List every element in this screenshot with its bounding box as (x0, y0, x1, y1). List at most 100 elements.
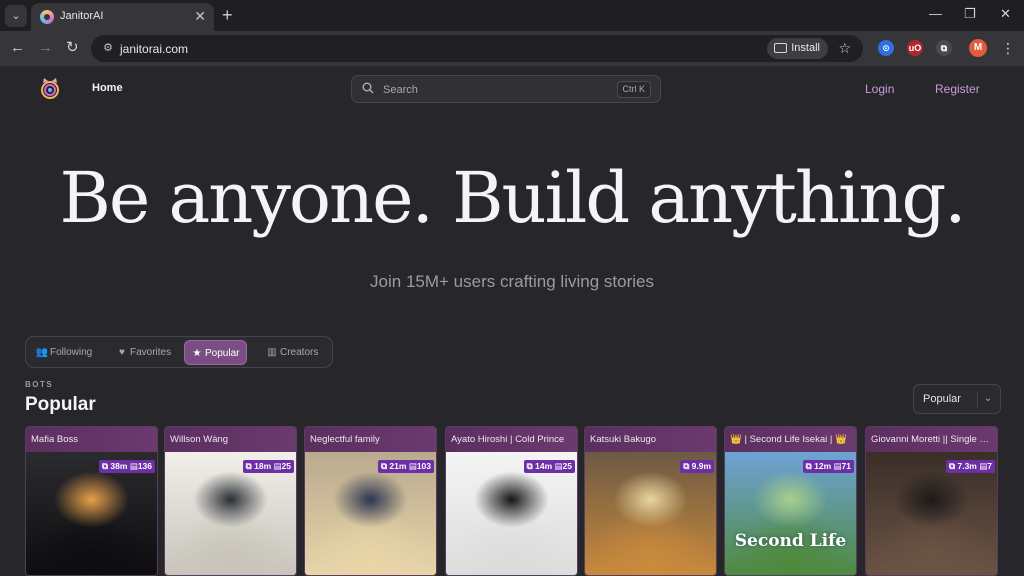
messages-icon: ▤ (271, 461, 282, 471)
tab-favorites[interactable]: ♥ Favorites (114, 340, 178, 365)
sort-dropdown[interactable]: Popular ⌄ (913, 384, 1001, 414)
install-app-button[interactable]: Install (767, 38, 828, 59)
search-input[interactable] (383, 81, 603, 98)
chats-count: 21m (389, 461, 407, 471)
new-tab-button[interactable]: + (222, 4, 233, 26)
forward-arrow-icon[interactable]: → (38, 39, 53, 57)
messages-count: 136 (137, 461, 152, 471)
extensions-puzzle-icon[interactable]: ⧉ (936, 40, 952, 56)
bot-name: Mafia Boss (31, 434, 78, 445)
heart-icon: ♥ (119, 347, 125, 358)
tab-label: Creators (280, 347, 319, 358)
messages-icon: ▤ (406, 461, 417, 471)
bot-card[interactable]: Ayato Hiroshi | Cold Prince ⧉ 14m ▤25 (445, 426, 578, 576)
register-link[interactable]: Register (935, 82, 980, 96)
bot-card[interactable]: Mafia Boss ⧉ 38m ▤136 (25, 426, 158, 576)
hero-subtitle: Join 15M+ users crafting living stories (370, 272, 654, 291)
bot-stats-badge: ⧉ 12m ▤71 (802, 460, 854, 473)
chats-icon: ⧉ (245, 461, 255, 471)
ublock-extension-icon[interactable]: uO (907, 40, 923, 56)
tab-following[interactable]: 👥 Following (34, 340, 99, 365)
chats-count: 38m (110, 461, 128, 471)
bot-name: Neglectful family (310, 434, 380, 445)
chevron-down-icon: ⌄ (984, 393, 993, 404)
search-icon (362, 82, 374, 94)
users-icon: 👥 (35, 347, 49, 358)
password-manager-extension-icon[interactable]: ⊙ (878, 40, 894, 56)
chats-count: 14m (535, 461, 553, 471)
chats-count: 7.3m (957, 461, 977, 471)
bot-card-header: Mafia Boss (26, 427, 157, 452)
chats-count: 9.9m (691, 461, 711, 471)
search-shortcut-hint: Ctrl K (616, 81, 651, 98)
close-window-button[interactable]: ✕ (1000, 6, 1011, 22)
bot-name: Katsuki Bakugo (590, 434, 657, 445)
bot-stats-badge: ⧉ 9.9m (680, 460, 714, 473)
tab-label: Following (50, 347, 93, 358)
browser-toolbar: ← → ↻ ⚙ janitorai.com Install ☆ ⊙ uO ⧉ M ⋮ (0, 31, 1024, 66)
site-info-icon[interactable]: ⚙ (100, 41, 116, 56)
bot-name: Ayato Hiroshi | Cold Prince (451, 434, 565, 445)
address-bar[interactable]: ⚙ janitorai.com Install ☆ (91, 35, 863, 62)
bot-card-header: Ayato Hiroshi | Cold Prince (446, 427, 577, 452)
profile-avatar[interactable]: M (969, 39, 987, 57)
bot-name: Giovanni Moretti || Single Fath (871, 434, 994, 445)
nav-home-link[interactable]: Home (92, 82, 123, 94)
hero-title: Be anyone. Build anything. (59, 157, 966, 239)
chats-icon: ⧉ (683, 461, 692, 471)
bot-stats-badge: ⧉ 38m ▤136 (98, 460, 155, 473)
bot-stats-badge: ⧉ 14m ▤25 (523, 460, 575, 473)
chats-icon: ⧉ (805, 461, 815, 471)
bot-card[interactable]: 👑 | Second Life Isekai | 👑 Second Life ⧉ 1… (724, 426, 857, 576)
minimize-button[interactable]: — (929, 6, 942, 22)
messages-icon: ▤ (127, 461, 138, 471)
bookmark-star-icon[interactable]: ☆ (838, 40, 851, 56)
bot-card[interactable]: Willson Wàng ⧉ 18m ▤25 (164, 426, 297, 576)
bot-card-header: Katsuki Bakugo (585, 427, 716, 452)
sort-selected-value: Popular (923, 393, 961, 405)
messages-count: 25 (562, 461, 572, 471)
browser-menu-icon[interactable]: ⋮ (1001, 39, 1015, 57)
messages-icon: ▤ (831, 461, 842, 471)
login-link[interactable]: Login (865, 82, 894, 96)
chats-icon: ⧉ (526, 461, 536, 471)
bot-name: Willson Wàng (170, 434, 229, 445)
reload-icon[interactable]: ↻ (66, 39, 79, 57)
messages-count: 7 (987, 461, 992, 471)
tab-popular[interactable]: ★ Popular (184, 340, 248, 365)
bot-card[interactable]: Katsuki Bakugo ⧉ 9.9m (584, 426, 717, 576)
install-monitor-icon (774, 43, 788, 53)
chats-count: 12m (814, 461, 832, 471)
bot-image-caption: Second Life (734, 531, 847, 551)
star-icon: ★ (192, 348, 202, 359)
tab-label: Favorites (130, 347, 172, 358)
bot-stats-badge: ⧉ 21m ▤103 (377, 460, 434, 473)
back-arrow-icon[interactable]: ← (10, 39, 25, 57)
tab-title: JanitorAI (60, 10, 104, 22)
janitorai-favicon-icon (40, 10, 54, 24)
browser-tabstrip: ⌄ JanitorAI ✕ + — ❐ ✕ (0, 0, 1024, 31)
section-kicker: BOTS (25, 380, 54, 389)
site-search-box[interactable]: Ctrl K (351, 75, 661, 103)
messages-count: 71 (841, 461, 851, 471)
bot-card-header: 👑 | Second Life Isekai | 👑 (725, 427, 856, 452)
messages-icon: ▤ (552, 461, 563, 471)
bar-chart-icon: ▥ (267, 347, 277, 358)
tab-search-button[interactable]: ⌄ (5, 5, 27, 27)
tab-creators[interactable]: ▥ Creators (264, 340, 325, 365)
bot-card-header: Willson Wàng (165, 427, 296, 452)
browser-tab-active[interactable]: JanitorAI ✕ (31, 3, 214, 31)
url-text[interactable]: janitorai.com (120, 42, 188, 56)
site-header: Home Ctrl K Login Register (0, 66, 1024, 112)
messages-count: 103 (416, 461, 431, 471)
janitorai-logo-icon[interactable] (40, 77, 60, 99)
bot-name: 👑 | Second Life Isekai | 👑 (730, 434, 847, 445)
chats-count: 18m (254, 461, 272, 471)
tab-close-icon[interactable]: ✕ (194, 8, 206, 24)
section-title: Popular (25, 394, 96, 415)
bot-card-header: Giovanni Moretti || Single Fath (866, 427, 997, 452)
maximize-button[interactable]: ❐ (964, 6, 976, 22)
bot-card[interactable]: Giovanni Moretti || Single Fath ⧉ 7.3m ▤7 (865, 426, 998, 576)
bot-stats-badge: ⧉ 18m ▤25 (242, 460, 294, 473)
bot-card[interactable]: Neglectful family ⧉ 21m ▤103 (304, 426, 437, 576)
